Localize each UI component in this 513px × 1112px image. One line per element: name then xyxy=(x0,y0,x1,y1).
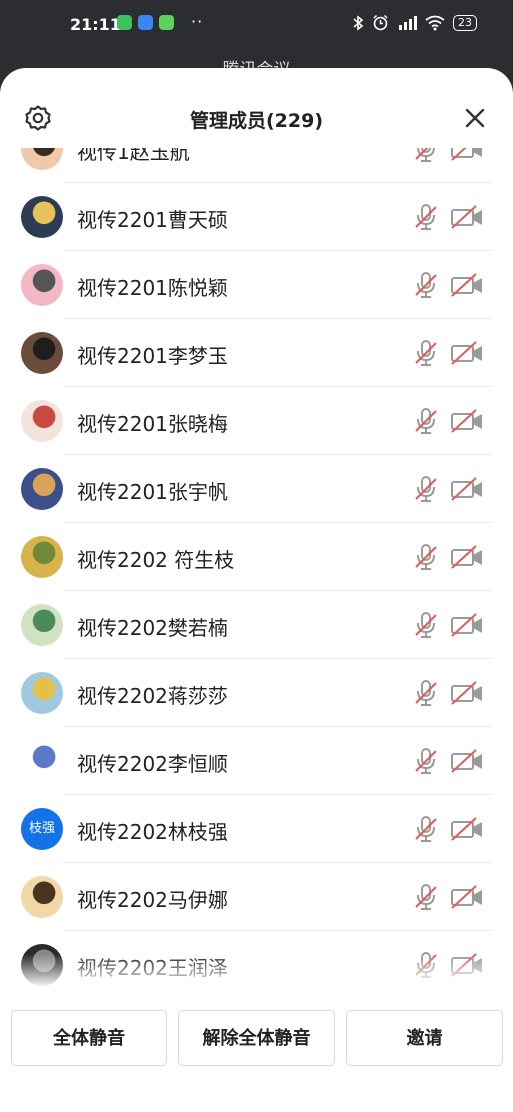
member-name: 视传2202樊若楠 xyxy=(77,616,228,640)
member-name: 视传2201陈悦颖 xyxy=(77,276,228,300)
camera-off-icon[interactable] xyxy=(450,613,484,637)
manage-members-sheet: 管理成员(229) 视传1赵玉航视传2201曹天硕 视传2201陈悦颖 视传2201… xyxy=(0,68,513,1112)
camera-off-icon[interactable] xyxy=(450,273,484,297)
wechat-icon xyxy=(117,15,132,30)
avatar xyxy=(21,196,63,238)
member-name: 视传2202蒋莎莎 xyxy=(77,684,228,708)
camera-off-icon[interactable] xyxy=(450,681,484,705)
camera-off-icon[interactable] xyxy=(450,885,484,909)
member-name: 视传2202李恒顺 xyxy=(77,752,228,776)
member-row[interactable]: 视传2202马伊娜 xyxy=(0,863,513,931)
member-name: 视传2202马伊娜 xyxy=(77,888,228,912)
member-row[interactable]: 视传2202蒋莎莎 xyxy=(0,659,513,727)
camera-off-icon[interactable] xyxy=(450,477,484,501)
member-name: 视传1赵玉航 xyxy=(77,148,190,164)
notification-icons xyxy=(117,15,174,30)
mic-muted-icon[interactable] xyxy=(413,815,439,843)
bottom-action-bar: 全体静音 解除全体静音 邀请 xyxy=(0,990,513,1070)
app-icon xyxy=(138,15,153,30)
mute-all-button[interactable]: 全体静音 xyxy=(11,1010,167,1066)
avatar xyxy=(21,264,63,306)
page-title: 管理成员(229) xyxy=(189,110,324,132)
wifi-icon xyxy=(425,15,445,30)
alarm-icon xyxy=(373,14,388,31)
more-notifications-icon: ·· xyxy=(191,12,204,31)
mic-muted-icon[interactable] xyxy=(413,339,439,367)
unmute-all-button[interactable]: 解除全体静音 xyxy=(178,1010,335,1066)
mic-muted-icon[interactable] xyxy=(413,203,439,231)
member-row[interactable]: 枝强 视传2202林枝强 xyxy=(0,795,513,863)
mic-muted-icon[interactable] xyxy=(413,543,439,571)
mic-muted-icon[interactable] xyxy=(413,475,439,503)
member-row[interactable]: 视传2201张宇帆 xyxy=(0,455,513,523)
mic-muted-icon[interactable] xyxy=(413,883,439,911)
avatar xyxy=(21,672,63,714)
avatar xyxy=(21,876,63,918)
mic-muted-icon[interactable] xyxy=(413,407,439,435)
member-row[interactable]: 视传2202 符生枝 xyxy=(0,523,513,591)
member-name: 视传2201张宇帆 xyxy=(77,480,228,504)
mic-muted-icon[interactable] xyxy=(413,611,439,639)
member-list-inner: 视传1赵玉航视传2201曹天硕 视传2201陈悦颖 视传2201李梦玉 视传2201张… xyxy=(0,148,513,990)
member-name: 视传2201李梦玉 xyxy=(77,344,228,368)
member-row[interactable]: 视传2201曹天硕 xyxy=(0,183,513,251)
camera-off-icon[interactable] xyxy=(450,341,484,365)
camera-off-icon[interactable] xyxy=(450,545,484,569)
member-row[interactable]: 视传2201张晓梅 xyxy=(0,387,513,455)
close-icon[interactable] xyxy=(463,106,487,130)
mic-muted-icon[interactable] xyxy=(413,271,439,299)
camera-off-icon[interactable] xyxy=(450,205,484,229)
avatar xyxy=(21,468,63,510)
camera-off-icon[interactable] xyxy=(450,148,484,161)
invite-button[interactable]: 邀请 xyxy=(346,1010,503,1066)
avatar: 枝强 xyxy=(21,808,63,850)
status-time: 21:11 xyxy=(70,15,121,34)
avatar xyxy=(21,536,63,578)
avatar xyxy=(21,400,63,442)
avatar xyxy=(21,740,63,782)
member-name: 视传2202林枝强 xyxy=(77,820,228,844)
avatar xyxy=(21,148,63,170)
member-row[interactable]: 视传2201陈悦颖 xyxy=(0,251,513,319)
list-fade xyxy=(0,954,513,994)
member-name: 视传2201张晓梅 xyxy=(77,412,228,436)
sheet-header: 管理成员(229) xyxy=(0,68,513,148)
member-list[interactable]: 视传1赵玉航视传2201曹天硕 视传2201陈悦颖 视传2201李梦玉 视传2201张… xyxy=(0,148,513,990)
avatar xyxy=(21,332,63,374)
mic-muted-icon[interactable] xyxy=(413,747,439,775)
bluetooth-icon xyxy=(353,14,364,31)
battery-indicator: 23 xyxy=(453,14,477,31)
member-row[interactable]: 视传2201李梦玉 xyxy=(0,319,513,387)
app-icon xyxy=(159,15,174,30)
camera-off-icon[interactable] xyxy=(450,409,484,433)
mic-muted-icon[interactable] xyxy=(413,679,439,707)
member-row[interactable]: 视传1赵玉航 xyxy=(0,148,513,183)
camera-off-icon[interactable] xyxy=(450,749,484,773)
status-bar: 21:11 ·· 23 xyxy=(0,0,513,52)
member-row[interactable]: 视传2202樊若楠 xyxy=(0,591,513,659)
member-row[interactable]: 视传2202李恒顺 xyxy=(0,727,513,795)
member-name: 视传2201曹天硕 xyxy=(77,208,228,232)
signal-icon xyxy=(399,15,417,30)
camera-off-icon[interactable] xyxy=(450,817,484,841)
member-name: 视传2202 符生枝 xyxy=(77,548,235,572)
avatar xyxy=(21,604,63,646)
mic-muted-icon[interactable] xyxy=(413,148,439,163)
status-right: 23 xyxy=(352,14,477,31)
